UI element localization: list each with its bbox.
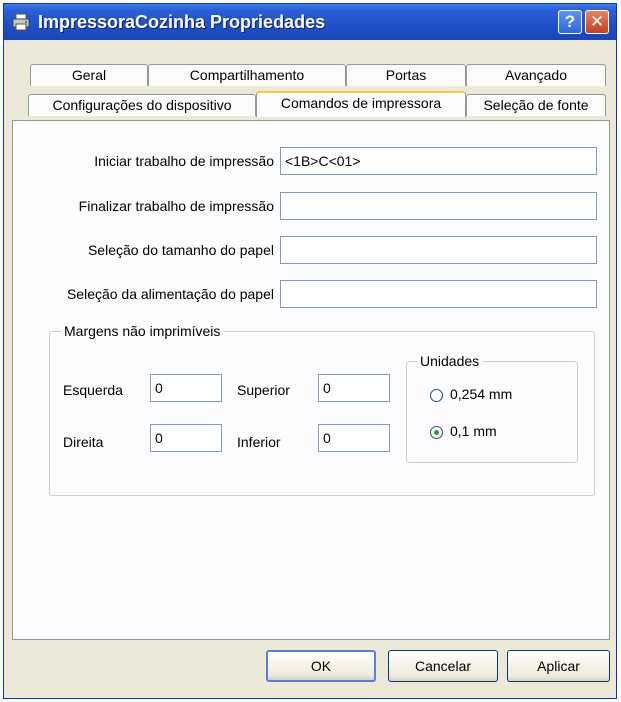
tab-comandos-impressora[interactable]: Comandos de impressora — [256, 91, 466, 117]
tab-configuracoes-dispositivo[interactable]: Configurações do dispositivo — [28, 94, 256, 116]
paper-size-label: Seleção do tamanho do papel — [87, 242, 274, 258]
close-button[interactable]: ✕ — [585, 10, 609, 34]
tab-panel: Iniciar trabalho de impressão Finalizar … — [12, 120, 610, 640]
tab-geral[interactable]: Geral — [30, 64, 148, 86]
end-job-input[interactable] — [280, 192, 597, 220]
window-title: ImpressoraCozinha Propriedades — [38, 12, 326, 32]
margin-top-input[interactable] — [318, 374, 390, 402]
unit-0254mm-label[interactable]: 0,254 mm — [450, 386, 512, 402]
paper-feed-input[interactable] — [280, 280, 597, 308]
tab-portas[interactable]: Portas — [346, 64, 466, 86]
margin-top-label: Superior — [237, 382, 290, 398]
margin-right-label: Direita — [63, 434, 104, 450]
cancel-button[interactable]: Cancelar — [388, 650, 498, 682]
title-bar[interactable]: ImpressoraCozinha Propriedades ? ✕ — [4, 4, 616, 40]
tab-avancado[interactable]: Avançado — [466, 64, 606, 86]
tab-compartilhamento[interactable]: Compartilhamento — [148, 64, 346, 86]
unit-01mm-radio[interactable] — [430, 426, 443, 439]
start-job-input[interactable] — [280, 147, 597, 175]
paper-feed-label: Seleção da alimentação do papel — [66, 286, 274, 302]
margin-left-label: Esquerda — [63, 382, 123, 398]
tab-selecao-fonte[interactable]: Seleção de fonte — [466, 94, 606, 116]
margins-group-title: Margens não imprimíveis — [61, 323, 224, 339]
properties-dialog: ImpressoraCozinha Propriedades ? ✕ Geral… — [3, 3, 617, 699]
margin-right-input[interactable] — [150, 424, 222, 452]
tab-row-back: Geral Compartilhamento Portas Avançado — [4, 64, 616, 86]
margin-bottom-input[interactable] — [318, 424, 390, 452]
help-button[interactable]: ? — [558, 10, 582, 34]
unit-01mm-label[interactable]: 0,1 mm — [450, 423, 497, 439]
margin-bottom-label: Inferior — [237, 434, 281, 450]
units-group — [406, 361, 578, 463]
paper-size-input[interactable] — [280, 236, 597, 264]
margin-left-input[interactable] — [150, 374, 222, 402]
units-group-title: Unidades — [417, 353, 483, 369]
end-job-label: Finalizar trabalho de impressão — [78, 198, 274, 214]
unit-0254mm-radio[interactable] — [430, 389, 443, 402]
apply-button[interactable]: Aplicar — [507, 650, 610, 682]
tab-row-front: Configurações do dispositivo Comandos de… — [4, 91, 616, 117]
printer-icon — [12, 13, 30, 31]
start-job-label: Iniciar trabalho de impressão — [94, 153, 274, 169]
ok-button[interactable]: OK — [266, 650, 376, 682]
